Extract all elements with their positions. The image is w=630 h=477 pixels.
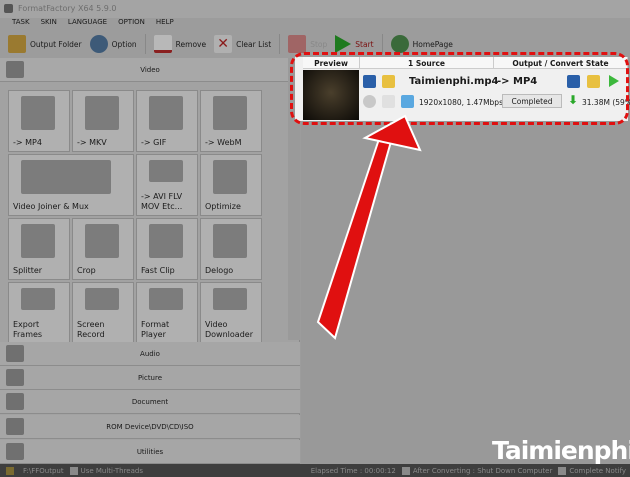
after-converting-label: After Converting : Shut Down Computer xyxy=(412,466,553,475)
annotation-arrow xyxy=(316,114,422,340)
multithread-label: Use Multi-Threads xyxy=(80,466,143,475)
elapsed-time: Elapsed Time : 00:00:12 xyxy=(310,466,396,475)
checkbox[interactable] xyxy=(558,466,567,475)
after-converting-checkbox[interactable]: After Converting : Shut Down Computer xyxy=(401,466,553,475)
multithread-checkbox[interactable]: Use Multi-Threads xyxy=(69,466,143,475)
output-path[interactable]: F:\FFOutput xyxy=(23,467,64,475)
status-bar: F:\FFOutput Use Multi-Threads Elapsed Ti… xyxy=(0,464,630,477)
complete-notify-checkbox[interactable]: Complete Notify xyxy=(558,466,626,475)
checkbox[interactable] xyxy=(401,466,410,475)
watermark-logo: Taimienphi xyxy=(492,436,630,465)
folder-icon xyxy=(6,466,14,475)
complete-notify-label: Complete Notify xyxy=(569,466,626,475)
checkbox[interactable] xyxy=(69,466,78,475)
